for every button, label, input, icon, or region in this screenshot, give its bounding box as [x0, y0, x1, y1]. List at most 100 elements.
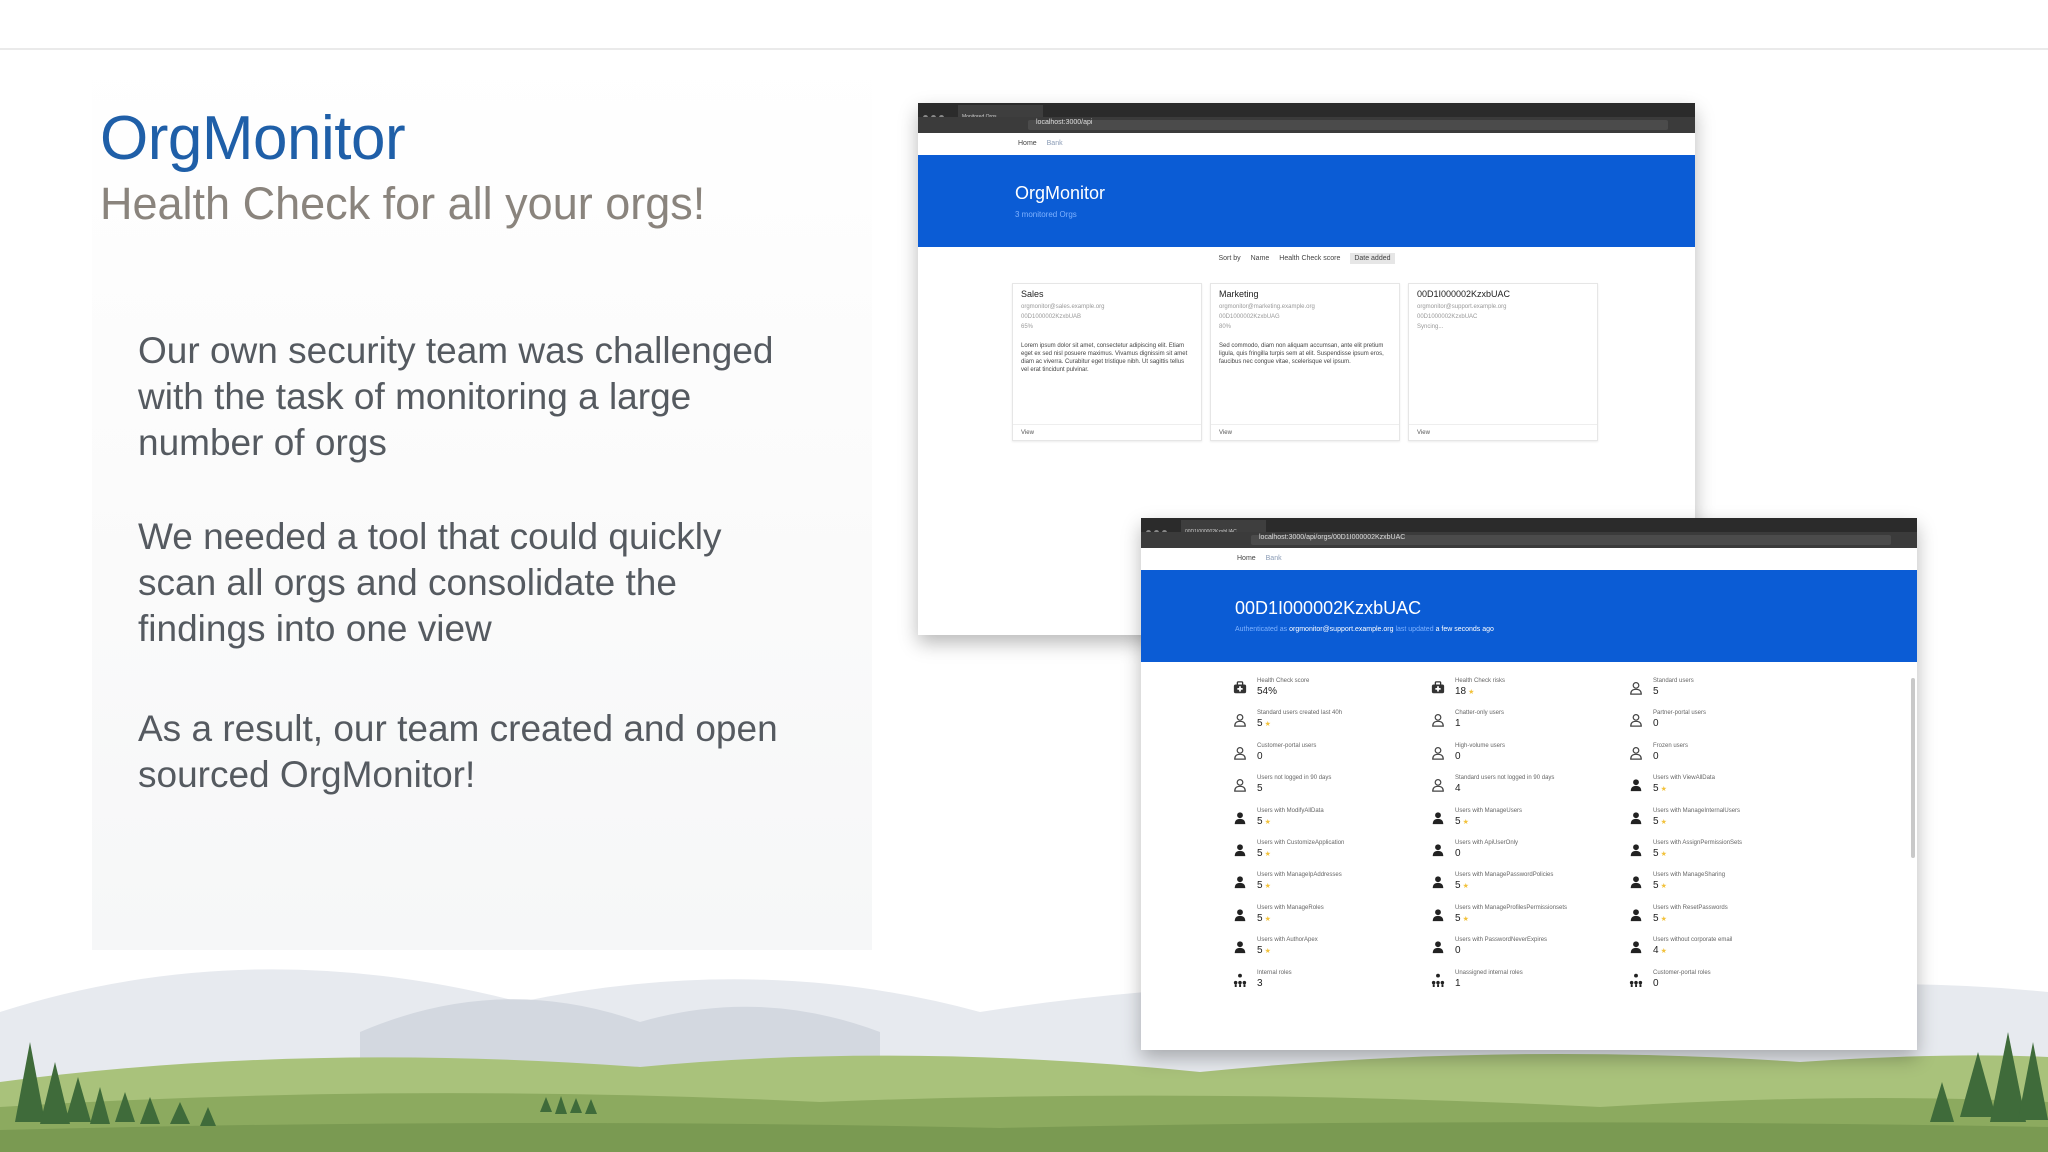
metric-value-text: 5: [1257, 880, 1263, 892]
metric-value: 4: [1455, 783, 1461, 794]
user-outline-icon: [1233, 713, 1249, 729]
url-field[interactable]: localhost:3000/api/orgs/00D1I000002KzxbU…: [1251, 534, 1891, 545]
nav-bank-link[interactable]: Bank: [1266, 555, 1282, 562]
metric-label: Health Check risks: [1455, 678, 1506, 684]
metric-label: Users with ResetPasswords: [1653, 904, 1728, 911]
metric-item: Users with ManageProfilesPermissionsets 5…: [1431, 905, 1621, 935]
metric-label: Users with CustomizeApplication: [1257, 840, 1345, 846]
org-card-score: 65%: [1021, 324, 1034, 330]
metric-item: Internal roles 3: [1233, 970, 1423, 1000]
metric-value-text: 0: [1653, 977, 1659, 989]
metric-value-text: 5: [1653, 686, 1659, 697]
nav-home-link[interactable]: Home: [1237, 555, 1256, 562]
metric-label: Users not logged in 90 days: [1257, 775, 1332, 782]
star-icon: ★: [1264, 915, 1271, 923]
metric-value-text: 4: [1653, 945, 1659, 957]
org-card-email: orgmonitor@marketing.example.org: [1219, 304, 1315, 310]
metric-value: 5 ★: [1257, 880, 1271, 891]
hierarchy-icon: [1431, 973, 1447, 989]
star-icon: ★: [1264, 883, 1271, 891]
metric-value-text: 5: [1653, 783, 1659, 795]
metric-value: 5 ★: [1455, 913, 1469, 924]
paragraph-line: sourced OrgMonitor!: [138, 754, 476, 795]
url-field[interactable]: localhost:3000/api: [1028, 119, 1668, 130]
metric-value: 0: [1653, 718, 1659, 729]
metric-value: 5 ★: [1257, 718, 1271, 729]
metric-value: 5 ★: [1455, 880, 1469, 891]
metric-value-text: 5: [1653, 815, 1659, 827]
metric-value: 5: [1653, 686, 1659, 697]
metric-value-text: 5: [1455, 880, 1461, 892]
org-card-description: Lorem ipsum dolor sit amet, consectetur …: [1021, 343, 1188, 373]
metric-value-text: 5: [1257, 718, 1263, 730]
org-card-view-link[interactable]: View: [1211, 424, 1399, 440]
sort-by-score[interactable]: Health Check score: [1279, 255, 1340, 262]
star-icon: ★: [1660, 883, 1667, 891]
org-card-view-link[interactable]: View: [1013, 424, 1201, 440]
star-icon: ★: [1462, 883, 1469, 891]
metric-item: Health Check score 54%: [1233, 678, 1423, 708]
browser-tab[interactable]: Monitored Orgs: [958, 105, 1043, 120]
nav-bank-link[interactable]: Bank: [1047, 140, 1063, 147]
hero-auth-prefix: Authenticated as: [1235, 626, 1288, 633]
paragraph-3: As a result, our team created and open s…: [138, 706, 838, 798]
hierarchy-icon: [1629, 973, 1645, 989]
star-icon: ★: [1468, 689, 1475, 696]
user-solid-icon: [1233, 908, 1249, 924]
metric-item: Users without corporate email 4 ★: [1629, 937, 1819, 967]
metric-value: 0: [1455, 848, 1461, 859]
metric-item: Users with ModifyAllData 5 ★: [1233, 808, 1423, 838]
sort-by-name[interactable]: Name: [1251, 255, 1270, 262]
metric-value: 5 ★: [1653, 848, 1667, 859]
star-icon: ★: [1660, 786, 1667, 794]
browser-tab-bar: Monitored Orgs: [918, 103, 1695, 120]
nav-home-link[interactable]: Home: [1018, 140, 1037, 147]
metric-item: High-volume users 0: [1431, 743, 1621, 773]
metric-item: Standard users 5: [1629, 678, 1819, 708]
metric-label: Users with ViewAllData: [1653, 775, 1715, 782]
metric-label: Users with ModifyAllData: [1257, 807, 1324, 814]
metric-value: 0: [1653, 978, 1659, 989]
medkit-icon: [1233, 681, 1249, 697]
metric-value: 0: [1455, 751, 1461, 762]
org-card[interactable]: Marketing orgmonitor@marketing.example.o…: [1210, 283, 1400, 441]
metric-item: Users with ManageInternalUsers 5 ★: [1629, 808, 1819, 838]
metric-item: Users with CustomizeApplication 5 ★: [1233, 840, 1423, 870]
metric-item: Users with AuthorApex 5 ★: [1233, 937, 1423, 967]
metric-item: Users with ManageUsers 5 ★: [1431, 808, 1621, 838]
sort-bar: Sort by Name Health Check score Date add…: [918, 253, 1695, 264]
metric-value-text: 0: [1653, 718, 1659, 730]
metric-label: Unassigned internal roles: [1455, 969, 1523, 976]
star-icon: ★: [1264, 948, 1271, 956]
hero-banner: OrgMonitor 3 monitored Orgs: [918, 155, 1695, 247]
paragraph-line: findings into one view: [138, 608, 492, 649]
metric-value-text: 5: [1653, 848, 1659, 859]
metric-item: Chatter-only users 1: [1431, 710, 1621, 740]
paragraph-line: number of orgs: [138, 422, 387, 463]
hero-auth-email: orgmonitor@support.example.org: [1289, 626, 1394, 633]
metric-label: Users with ManageInternalUsers: [1653, 807, 1741, 814]
org-card-id: 00D1000002KzxbUAB: [1021, 314, 1082, 320]
hero-title: 00D1I000002KzxbUAC: [1235, 598, 1422, 618]
metric-value-text: 54%: [1257, 686, 1278, 697]
org-card[interactable]: 00D1I000002KzxbUAC orgmonitor@support.ex…: [1408, 283, 1598, 441]
scrollbar[interactable]: [1911, 678, 1915, 858]
sort-by-date[interactable]: Date added: [1350, 253, 1395, 264]
user-outline-icon: [1431, 713, 1447, 729]
metric-item: Users with ViewAllData 5 ★: [1629, 775, 1819, 805]
org-card-view-link[interactable]: View: [1409, 424, 1597, 440]
url-text: localhost:3000/api: [1036, 119, 1093, 126]
metric-value-text: 18: [1455, 686, 1467, 697]
org-card[interactable]: Sales orgmonitor@sales.example.org 00D10…: [1012, 283, 1202, 441]
metric-value-text: 1: [1455, 718, 1461, 730]
metric-item: Health Check risks 18 ★: [1431, 678, 1621, 708]
user-solid-icon: [1629, 811, 1645, 827]
metric-value-text: 5: [1653, 912, 1659, 924]
user-solid-icon: [1431, 940, 1447, 956]
browser-tab[interactable]: 00D1I000002KzxbUAC: [1181, 520, 1266, 535]
hero-updated-time: a few seconds ago: [1435, 626, 1494, 633]
metric-label: Users with ManagePasswordPolicies: [1455, 872, 1554, 879]
metric-value: 0: [1455, 945, 1461, 956]
url-text: localhost:3000/api/orgs/00D1I000002KzxbU…: [1259, 534, 1406, 541]
hierarchy-icon: [1233, 973, 1249, 989]
